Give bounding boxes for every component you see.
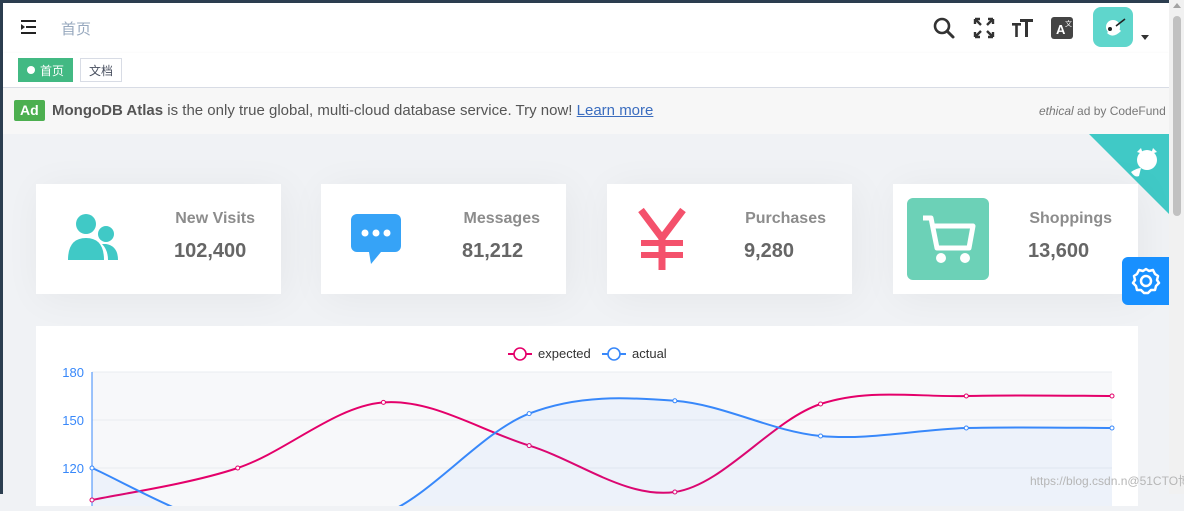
ad-message: is the only true global, multi-cloud dat…	[163, 102, 577, 119]
data-point-expected	[963, 393, 969, 399]
data-point-actual	[89, 465, 95, 471]
card-label: Purchases	[745, 210, 826, 227]
legend-marker-expected	[513, 347, 527, 361]
navbar: 首页 A 文	[3, 3, 1169, 53]
watermark: https://blog.csdn.n@51CTO博客	[1030, 474, 1184, 488]
gear-icon	[1131, 267, 1161, 295]
legend-label-actual: actual	[632, 346, 667, 361]
line-chart: 180 150 120 expected actual	[62, 346, 1115, 511]
tags-view: 首页 文档	[3, 53, 1169, 88]
search-icon[interactable]	[931, 15, 957, 41]
tag-home[interactable]: 首页	[18, 58, 74, 82]
ad-learn-more-link[interactable]: Learn more	[577, 102, 654, 119]
ad-text: MongoDB Atlas is the only true global, m…	[52, 102, 653, 119]
card-new-visits[interactable]: New Visits 102,400	[36, 184, 281, 294]
data-point-actual	[672, 398, 678, 404]
y-tick-label: 150	[62, 413, 84, 428]
data-point-actual	[1109, 425, 1115, 431]
card-value: 13,600	[1028, 240, 1090, 262]
shopping-cart-icon	[907, 198, 989, 280]
legend-marker-actual	[607, 347, 621, 361]
svg-text:文: 文	[1065, 19, 1072, 28]
translate-icon[interactable]: A 文	[1049, 15, 1075, 41]
card-label: New Visits	[175, 210, 255, 227]
chevron-down-icon[interactable]	[1141, 35, 1149, 40]
card-shoppings[interactable]: Shoppings 13,600	[893, 184, 1138, 294]
scroll-up-arrow-icon[interactable]	[1173, 3, 1181, 8]
text-size-icon[interactable]	[1009, 15, 1035, 41]
data-point-expected	[235, 465, 241, 471]
card-value: 9,280	[744, 240, 795, 262]
data-point-expected	[1109, 393, 1115, 399]
money-icon	[638, 207, 686, 270]
ad-credit-rest: ad by CodeFund	[1073, 104, 1166, 118]
card-label: Shoppings	[1029, 210, 1112, 227]
card-label: Messages	[463, 210, 541, 227]
message-icon	[351, 214, 401, 264]
scrollbar-thumb[interactable]	[1173, 16, 1181, 216]
settings-button[interactable]	[1122, 257, 1170, 305]
avatar[interactable]	[1093, 7, 1133, 47]
breadcrumb-home[interactable]: 首页	[61, 18, 91, 39]
ad-credit-ethical: ethical	[1039, 104, 1074, 118]
legend-label-expected: expected	[538, 346, 591, 361]
data-point-actual	[526, 411, 532, 417]
data-point-actual	[963, 425, 969, 431]
ad-banner: Ad MongoDB Atlas is the only true global…	[3, 88, 1169, 134]
y-tick-label: 180	[62, 365, 84, 380]
chart-panel: 180 150 120 expected actual	[36, 326, 1138, 511]
data-point-expected	[818, 401, 824, 407]
data-point-expected	[380, 399, 386, 405]
card-purchases[interactable]: Purchases 9,280	[607, 184, 852, 294]
y-tick-label: 120	[62, 461, 84, 476]
people-icon	[68, 214, 118, 260]
card-messages[interactable]: Messages 81,212	[321, 184, 566, 294]
card-value: 81,212	[462, 240, 524, 262]
ad-credit[interactable]: ethical ad by CodeFund	[1039, 104, 1166, 118]
ad-badge: Ad	[14, 100, 45, 121]
data-point-actual	[818, 433, 824, 439]
fullscreen-icon[interactable]	[971, 15, 997, 41]
card-value: 102,400	[174, 240, 247, 262]
vertical-scrollbar[interactable]	[1169, 0, 1184, 494]
tag-documentation[interactable]: 文档	[80, 58, 123, 82]
hamburger-icon[interactable]	[17, 15, 41, 39]
ad-brand: MongoDB Atlas	[52, 102, 164, 119]
